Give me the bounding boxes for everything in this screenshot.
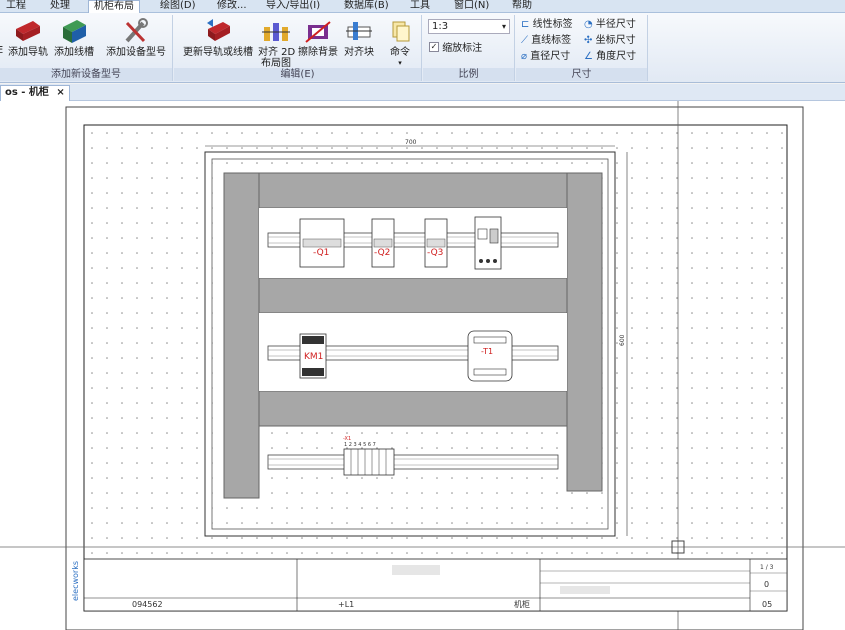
- ribbon-group-edit: 更新导轨或线槽 对齐 2D 布局图 擦除背景 对齐块 命令 ▾ 编辑(E): [174, 15, 422, 81]
- angle-dim-button[interactable]: ∠ 角度尺寸: [584, 49, 636, 65]
- breaker-q1-label: -Q1: [313, 248, 329, 258]
- menu-bar: 工程 处理 机柜布局 绘图(D) 修改... 导入/导出(I) 数据库(B) 工…: [0, 0, 845, 13]
- align-2d-layout-button[interactable]: 对齐 2D 布局图: [258, 17, 295, 69]
- rail-3[interactable]: [267, 454, 559, 470]
- align-2d-icon: [262, 23, 290, 41]
- title-revision: 0: [764, 580, 769, 589]
- terminal-numbers: 1 2 3 4 5 6 7: [344, 442, 376, 448]
- close-icon[interactable]: ×: [56, 87, 64, 98]
- ribbon-group-scale: 1:3 ▾ ✓ 缩放标注 比例: [423, 15, 515, 81]
- breaker-q2[interactable]: -Q2: [371, 218, 395, 268]
- menu-import-export[interactable]: 导入/导出(I): [266, 0, 320, 13]
- menu-draw[interactable]: 绘图(D): [160, 0, 196, 13]
- height-dimension-text: 600: [619, 334, 626, 346]
- menu-window[interactable]: 窗口(N): [454, 0, 489, 13]
- duct-middle-2[interactable]: [258, 390, 568, 427]
- tools-icon: [125, 18, 148, 43]
- duct-left[interactable]: [223, 172, 260, 499]
- command-button[interactable]: 命令 ▾: [382, 17, 418, 69]
- title-location: +L1: [338, 600, 354, 609]
- add-device-model-button[interactable]: 添加设备型号: [103, 17, 169, 58]
- angle-icon: ∠: [584, 51, 593, 62]
- title-number: 05: [762, 600, 772, 609]
- document-tab[interactable]: os - 机柜 ×: [0, 85, 70, 101]
- title-type: 机柜: [514, 599, 530, 609]
- menu-cabinet-layout[interactable]: 机柜布局: [88, 0, 140, 13]
- title-code: 094562: [132, 600, 163, 609]
- ribbon: E 添加导轨 添加线槽 添加设备型号 添加新设备型号 更新导轨或线槽: [0, 13, 845, 83]
- aligned-dim-icon: ⟋: [521, 35, 528, 46]
- align-block-icon: [346, 22, 372, 40]
- diameter-icon: ⌀: [521, 51, 528, 62]
- chevron-down-icon: ▾: [501, 22, 506, 31]
- linear-dim-icon: ⊏: [521, 19, 530, 30]
- align-block-button[interactable]: 对齐块: [341, 17, 377, 58]
- menu-database[interactable]: 数据库(B): [344, 0, 389, 13]
- linear-label-button[interactable]: ⊏ 线性标签: [521, 17, 573, 33]
- group-caption-dimension: 尺寸: [516, 68, 647, 81]
- ribbon-group-add-device: E 添加导轨 添加线槽 添加设备型号 添加新设备型号: [0, 15, 173, 81]
- erase-icon: [305, 21, 331, 43]
- coordinate-dim-button[interactable]: ✣ 坐标尺寸: [584, 33, 636, 49]
- add-rail-button[interactable]: 添加导轨: [6, 17, 50, 58]
- menu-process[interactable]: 处理: [50, 0, 70, 13]
- power-module[interactable]: [474, 216, 502, 270]
- drawing-canvas[interactable]: 700 600 -Q1 -Q2 -Q3 KM1 -T1 -X1 1 2 3 4 …: [0, 101, 845, 630]
- menu-help[interactable]: 帮助: [512, 0, 532, 13]
- command-icon: [392, 21, 410, 42]
- duct-middle-1[interactable]: [258, 277, 568, 314]
- erase-background-button[interactable]: 擦除背景: [296, 17, 340, 58]
- document-tab-bar: os - 机柜 ×: [0, 84, 845, 101]
- title-sheet: 1 / 3: [760, 564, 774, 571]
- breaker-q3-label: -Q3: [427, 248, 443, 258]
- update-rail-duct-button[interactable]: 更新导轨或线槽: [178, 17, 258, 58]
- menu-modify[interactable]: 修改...: [217, 0, 247, 13]
- blurred-title: [392, 565, 440, 575]
- drawing-svg: 700 600 -Q1 -Q2 -Q3 KM1 -T1 -X1 1 2 3 4 …: [0, 101, 845, 630]
- duct-right[interactable]: [566, 172, 603, 492]
- ribbon-group-dimension: ⊏ 线性标签 ⟋ 直线标签 ⌀ 直径尺寸 ◔ 半径尺寸 ✣ 坐标尺寸 ∠ 角度尺…: [516, 15, 648, 81]
- scale-value: 1:3: [432, 21, 449, 32]
- breaker-q1[interactable]: -Q1: [299, 218, 345, 268]
- breaker-q2-label: -Q2: [374, 248, 390, 258]
- menu-tools[interactable]: 工具: [410, 0, 430, 13]
- menu-project[interactable]: 工程: [6, 0, 26, 13]
- width-dimension-text: 700: [405, 139, 417, 146]
- duct-top[interactable]: [258, 172, 568, 209]
- radius-icon: ◔: [584, 19, 593, 30]
- zoom-annotation-checkbox[interactable]: ✓ 缩放标注: [429, 39, 482, 54]
- elecworks-logo: elecworks: [71, 561, 80, 601]
- breaker-q3[interactable]: -Q3: [424, 218, 448, 268]
- line-label-button[interactable]: ⟋ 直线标签: [521, 33, 573, 49]
- group-caption-edit: 编辑(E): [174, 68, 421, 81]
- diameter-dim-button[interactable]: ⌀ 直径尺寸: [521, 49, 573, 65]
- radius-dim-button[interactable]: ◔ 半径尺寸: [584, 17, 636, 33]
- cabinet[interactable]: 700 600 -Q1 -Q2 -Q3 KM1 -T1 -X1 1 2 3 4 …: [204, 139, 628, 537]
- transformer-t1-label: -T1: [481, 347, 493, 356]
- update-rail-icon: [207, 19, 230, 41]
- blurred-author: [560, 586, 610, 594]
- transformer-t1[interactable]: -T1: [467, 330, 513, 382]
- coordinate-icon: ✣: [584, 35, 593, 46]
- title-block: 094562 +L1 机柜 1 / 3 0 05 elecworks: [71, 558, 788, 612]
- add-duct-button[interactable]: 添加线槽: [51, 17, 97, 58]
- group-caption-add-device: 添加新设备型号: [0, 68, 172, 81]
- group-caption-scale: 比例: [423, 68, 514, 81]
- scale-select[interactable]: 1:3 ▾: [428, 19, 510, 34]
- contactor-km1-label: KM1: [304, 352, 323, 362]
- contactor-km1[interactable]: KM1: [299, 333, 327, 379]
- duct-icon: [63, 20, 86, 43]
- checkbox-checked-icon: ✓: [429, 41, 439, 52]
- rail-icon: [16, 21, 40, 41]
